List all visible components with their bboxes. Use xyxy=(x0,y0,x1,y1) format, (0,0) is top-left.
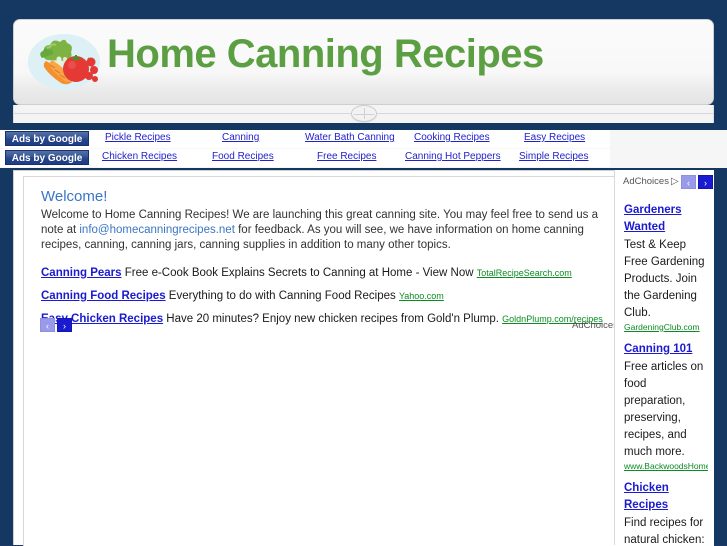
chevron-right-icon[interactable]: › xyxy=(698,175,713,189)
welcome-paragraph: Welcome to Home Canning Recipes! We are … xyxy=(41,208,621,253)
page-frame: Home Canning Recipes Ads by Google Pickl… xyxy=(0,0,727,546)
ads-by-google-badge[interactable]: Ads by Google xyxy=(5,150,89,165)
resize-handle-icon[interactable] xyxy=(350,105,377,122)
sidebar-ad-url[interactable]: www.BackwoodsHome... xyxy=(624,461,708,472)
sidebar-text-ad: Chicken Recipes Find recipes for natural… xyxy=(615,480,714,545)
text-ad-url[interactable]: Yahoo.com xyxy=(399,291,444,301)
text-ad: Easy Chicken Recipes Have 20 minutes? En… xyxy=(41,312,631,326)
text-ad: Canning Pears Free e-Cook Book Explains … xyxy=(41,266,631,280)
text-ad-title[interactable]: Canning Pears xyxy=(41,267,122,279)
sidebar-ads-header: AdChoices ▷ ‹ › xyxy=(615,170,714,194)
sidebar-ad-description: Test & Keep Free Gardening Products. Joi… xyxy=(624,239,705,319)
chevron-left-icon[interactable]: ‹ xyxy=(40,318,55,332)
ads-by-google-nav: Ads by Google Pickle Recipes Canning Wat… xyxy=(0,130,727,168)
sidebar-ad-title[interactable]: Chicken Recipes xyxy=(624,482,669,511)
ads-nav-link-canning-hot-peppers[interactable]: Canning Hot Peppers xyxy=(405,151,501,162)
ads-by-google-badge[interactable]: Ads by Google xyxy=(5,131,89,146)
welcome-heading: Welcome! xyxy=(41,188,108,205)
page-title: Home Canning Recipes xyxy=(107,32,544,76)
header-divider xyxy=(13,105,714,123)
ads-nav-link-canning[interactable]: Canning xyxy=(222,132,259,143)
contact-email-link[interactable]: info@homecanningrecipes.net xyxy=(79,224,235,236)
sidebar-ad-description: Find recipes for natural chicken: raised… xyxy=(624,517,705,545)
text-ad-url[interactable]: TotalRecipeSearch.com xyxy=(477,268,572,278)
content-inner: Welcome! Welcome to Home Canning Recipes… xyxy=(23,176,714,546)
sidebar-ads-pager: ‹ › xyxy=(681,175,713,189)
text-ad: Canning Food Recipes Everything to do wi… xyxy=(41,289,631,303)
sidebar-text-ad: Gardeners Wanted Test & Keep Free Garden… xyxy=(615,202,714,333)
adchoices-text: AdChoices xyxy=(572,320,618,331)
vegetables-logo-icon xyxy=(26,28,102,94)
main-content-panel: Welcome! Welcome to Home Canning Recipes… xyxy=(13,170,714,546)
ads-nav-link-easy-recipes[interactable]: Easy Recipes xyxy=(524,132,585,143)
adchoices-text: AdChoices xyxy=(623,176,669,187)
chevron-right-icon[interactable]: › xyxy=(57,318,72,332)
ads-nav-row: Ads by Google Chicken Recipes Food Recip… xyxy=(0,149,610,167)
site-header: Home Canning Recipes xyxy=(13,19,714,105)
main-text-ads: Canning Pears Free e-Cook Book Explains … xyxy=(41,266,631,335)
ads-nav-row: Ads by Google Pickle Recipes Canning Wat… xyxy=(0,130,610,148)
ads-nav-link-chicken-recipes[interactable]: Chicken Recipes xyxy=(102,151,177,162)
chevron-left-icon[interactable]: ‹ xyxy=(681,175,696,189)
sidebar-text-ad: Canning 101 Free articles on food prepar… xyxy=(615,341,714,472)
ads-nav-link-free-recipes[interactable]: Free Recipes xyxy=(317,151,376,162)
ads-nav-link-water-bath-canning[interactable]: Water Bath Canning xyxy=(305,132,395,143)
ads-nav-link-cooking-recipes[interactable]: Cooking Recipes xyxy=(414,132,490,143)
adchoices-label[interactable]: AdChoices▷ xyxy=(623,176,679,187)
sidebar-ads: AdChoices ▷ ‹ › Gardeners Wanted Test & K… xyxy=(614,170,714,545)
ads-nav-link-pickle-recipes[interactable]: Pickle Recipes xyxy=(105,132,171,143)
sidebar-ad-url[interactable]: GardeningClub.com xyxy=(624,322,708,333)
text-ad-description: Everything to do with Canning Food Recip… xyxy=(168,290,396,302)
ads-nav-link-simple-recipes[interactable]: Simple Recipes xyxy=(519,151,588,162)
sidebar-ad-description: Free articles on food preparation, prese… xyxy=(624,361,704,458)
text-ad-description: Have 20 minutes? Enjoy new chicken recip… xyxy=(166,313,499,325)
main-ads-pager: ‹ › xyxy=(40,318,72,332)
text-ad-title[interactable]: Canning Food Recipes xyxy=(41,290,166,302)
sidebar-ad-title[interactable]: Canning 101 xyxy=(624,343,692,355)
sidebar-ad-title[interactable]: Gardeners Wanted xyxy=(624,204,682,233)
adchoices-triangle-icon: ▷ xyxy=(670,176,679,187)
ads-nav-link-food-recipes[interactable]: Food Recipes xyxy=(212,151,274,162)
text-ad-description: Free e-Cook Book Explains Secrets to Can… xyxy=(124,267,474,279)
